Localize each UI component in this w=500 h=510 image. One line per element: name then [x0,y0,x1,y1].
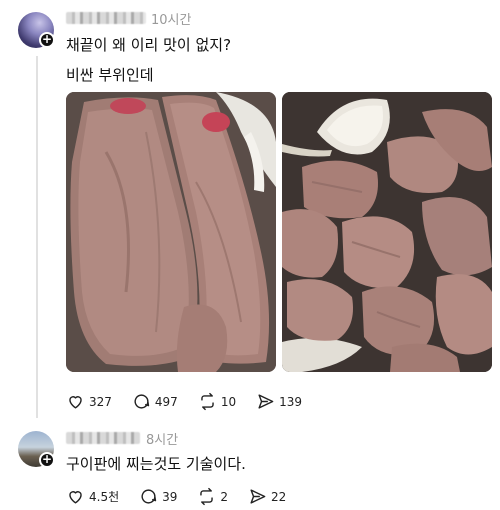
reply-like-count: 4.5천 [89,490,120,504]
reply-share-button[interactable]: 22 [248,487,286,506]
reply-like-button[interactable]: 4.5천 [66,487,119,506]
share-button[interactable]: 139 [256,392,302,411]
like-button[interactable]: 327 [66,392,112,411]
comment-icon [134,394,150,409]
reply-username-blurred[interactable] [66,432,140,444]
post-text-line1: 채끝이 왜 이리 맛이 없지? [66,36,232,54]
plus-icon[interactable]: + [39,452,55,468]
repost-icon [200,487,214,506]
steak-slices-illustration [66,92,276,372]
reply-timestamp: 8시간 [146,433,179,448]
comment-count: 497 [154,394,178,409]
comment-button[interactable]: 497 [132,392,178,411]
repost-count: 10 [220,394,237,409]
comment-icon [141,489,157,504]
post-actions: 327 497 10 139 [66,392,322,411]
post-image-steak-cubes[interactable] [282,92,492,372]
share-count: 139 [279,394,302,409]
reply-comment-count: 39 [162,489,178,504]
reply-share-count: 22 [271,489,287,504]
username-blurred[interactable] [66,12,146,24]
reply-repost-count: 2 [220,489,229,504]
steak-cubes-illustration [282,92,492,372]
repost-icon [201,392,214,411]
reply-text: 구이판에 찌는것도 기술이다. [66,455,246,473]
post-timestamp: 10시간 [151,13,192,28]
reply-actions: 4.5천 39 2 22 [66,487,306,506]
like-count: 327 [89,394,112,409]
post-image-steak-slices[interactable] [66,92,276,372]
plus-icon[interactable]: + [39,32,55,48]
reply-repost-button[interactable]: 2 [197,487,228,506]
reply-comment-button[interactable]: 39 [139,487,177,506]
repost-button[interactable]: 10 [198,392,236,411]
heart-icon [69,396,82,409]
post-text-line2: 비싼 부위인데 [66,66,154,84]
share-icon [250,489,266,504]
share-icon [258,394,274,409]
heart-icon [69,491,82,504]
thread-line [36,56,38,418]
